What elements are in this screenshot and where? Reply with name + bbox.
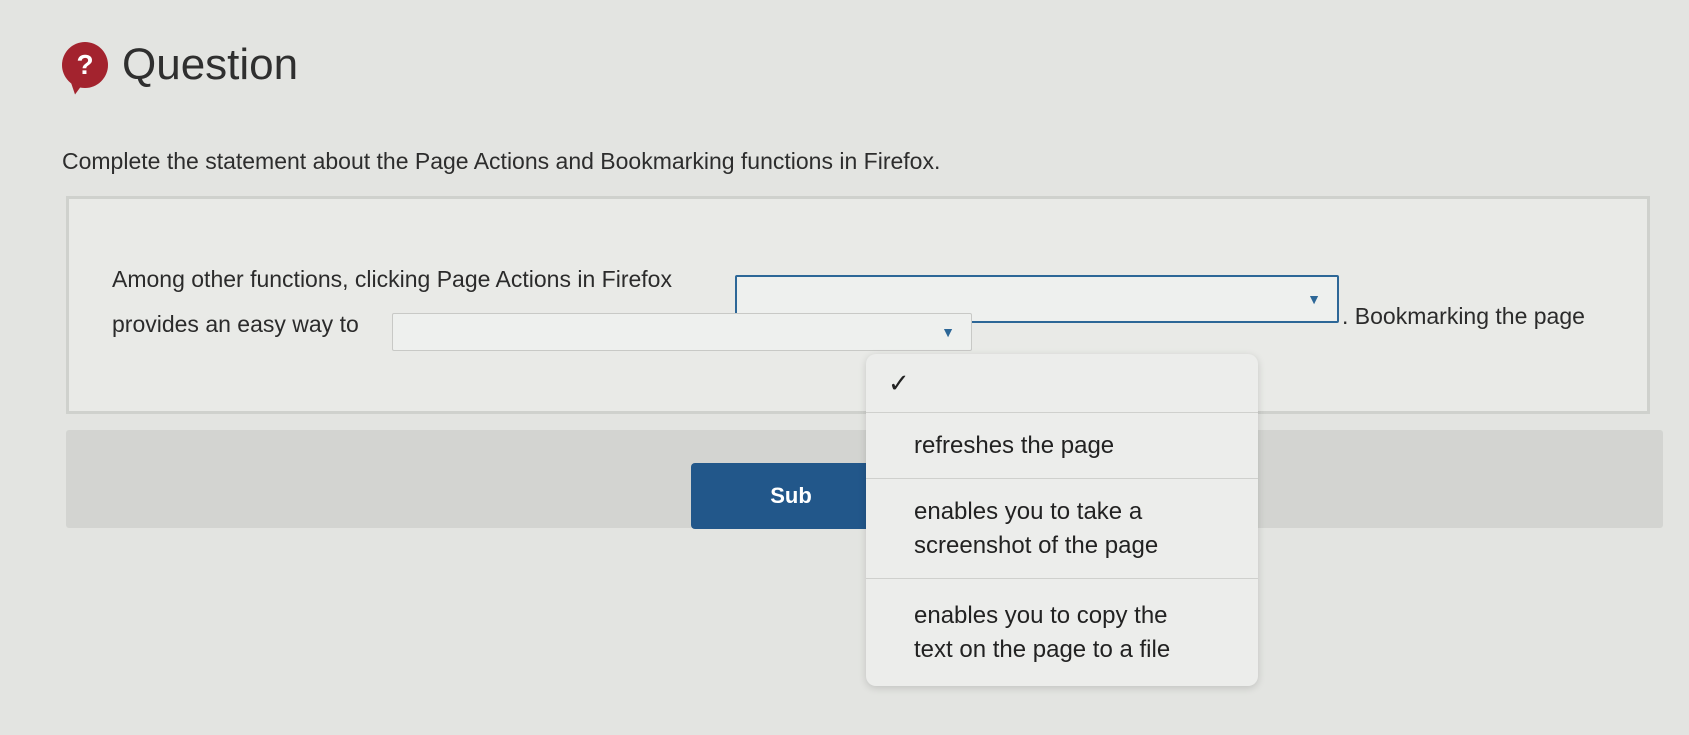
dropdown-option-refresh[interactable]: refreshes the page (866, 413, 1258, 479)
dropdown-option-screenshot[interactable]: enables you to take a screenshot of the … (866, 479, 1258, 579)
dropdown-caret-icon: ▼ (941, 324, 955, 340)
dropdown-option-copy-text[interactable]: enables you to copy the text on the page… (866, 579, 1258, 686)
option-label: enables you to take a screenshot of the … (914, 497, 1159, 559)
dropdown-caret-icon: ▼ (1307, 291, 1321, 307)
option-label: refreshes the page (914, 431, 1115, 459)
checkmark-icon: ✓ (888, 367, 910, 398)
question-header: ? Question (62, 40, 298, 90)
statement-text-part2: . Bookmarking the page (1342, 303, 1585, 329)
option-label: enables you to copy the text on the page… (914, 601, 1171, 663)
question-icon: ? (62, 42, 108, 88)
submit-button[interactable]: Sub (691, 463, 891, 529)
statement-text-part1: Among other functions, clicking Page Act… (112, 266, 672, 292)
question-title: Question (122, 40, 299, 89)
statement-text-part3: provides an easy way to (112, 311, 359, 337)
dropdown-menu: ✓ refreshes the page enables you to take… (866, 354, 1258, 686)
dropdown-option-blank[interactable]: ✓ (866, 354, 1258, 413)
bookmarking-select[interactable]: ▼ (392, 313, 972, 351)
question-prompt: Complete the statement about the Page Ac… (62, 148, 941, 174)
